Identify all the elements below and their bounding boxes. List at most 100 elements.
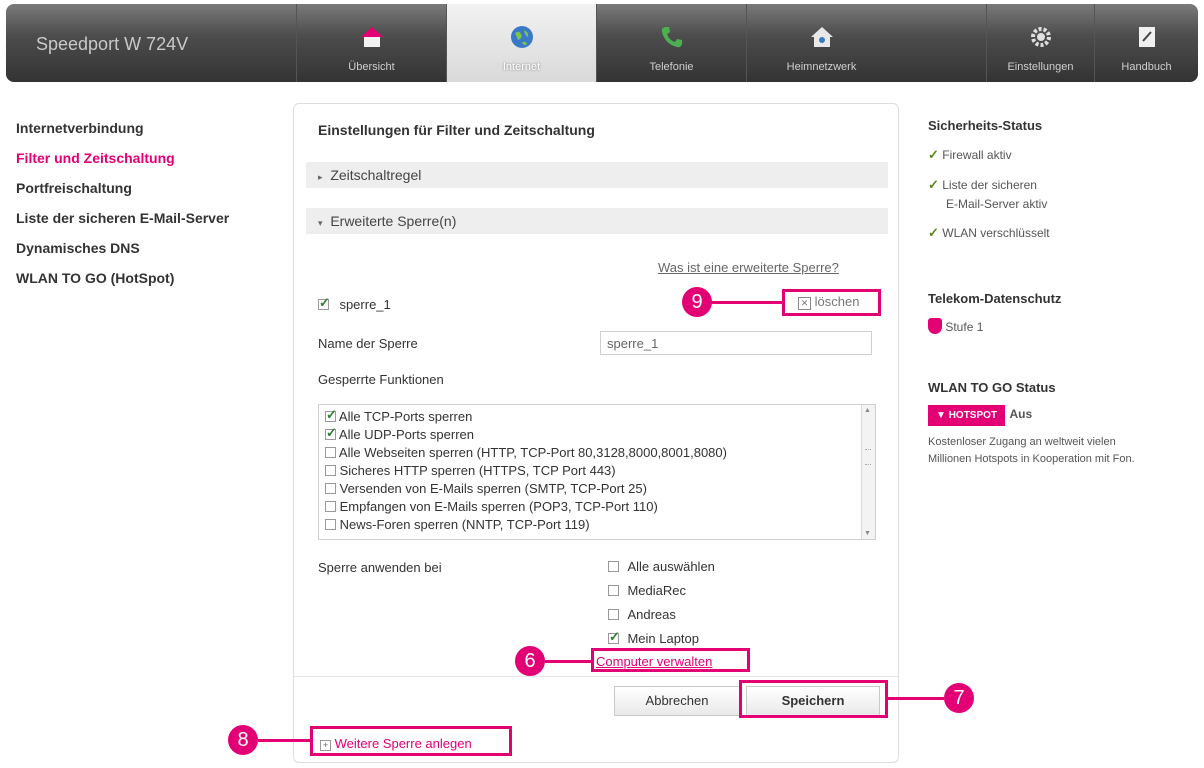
- listbox-scrollbar[interactable]: ▲ ▼: [861, 405, 875, 539]
- globe-icon: [510, 26, 533, 48]
- device-item[interactable]: Andreas: [608, 606, 676, 624]
- accordion-erweiterte-sperren[interactable]: ▾ Erweiterte Sperre(n): [306, 208, 888, 234]
- nav-label: Telefonie: [649, 61, 694, 73]
- accordion-label: Zeitschaltregel: [330, 167, 422, 183]
- sidebar-item-portfreischaltung[interactable]: Portfreischaltung: [16, 178, 286, 208]
- wlan-description: Kostenloser Zugang an weltweit vielen Mi…: [928, 434, 1188, 468]
- sidebar-item-dyndns[interactable]: Dynamisches DNS: [16, 238, 286, 268]
- nav-label: Handbuch: [1121, 61, 1172, 73]
- function-label: Versenden von E-Mails sperren (SMTP, TCP…: [339, 481, 647, 496]
- privacy-title: Telekom-Datenschutz: [928, 291, 1062, 306]
- nav-label: Einstellungen: [1007, 61, 1074, 73]
- name-label: Name der Sperre: [318, 336, 418, 351]
- device-label: Andreas: [627, 607, 676, 622]
- callout-line: [258, 739, 310, 742]
- nav-tab-internet[interactable]: Internet: [446, 4, 596, 82]
- sidebar-item-filter[interactable]: Filter und Zeitschaltung: [16, 148, 286, 178]
- help-link[interactable]: Was ist eine erweiterte Sperre?: [658, 260, 839, 275]
- apply-label: Sperre anwenden bei: [318, 560, 442, 575]
- status-item: ✓ Firewall aktiv: [928, 147, 1188, 163]
- device-label: Mein Laptop: [627, 631, 700, 646]
- callout-7: 7: [944, 683, 974, 713]
- function-checkbox[interactable]: [325, 465, 336, 476]
- hotspot-status-text: Aus: [1009, 407, 1033, 421]
- callout-line: [888, 697, 944, 700]
- phone-icon: [661, 27, 682, 48]
- function-checkbox[interactable]: [325, 407, 337, 423]
- caret-down-icon: ▾: [318, 218, 323, 228]
- check-icon: ✓: [928, 225, 939, 240]
- function-checkbox[interactable]: [325, 425, 337, 441]
- function-checkbox[interactable]: [325, 447, 336, 458]
- block-entry-checkbox[interactable]: [318, 295, 330, 311]
- list-item[interactable]: Empfangen von E-Mails sperren (POP3, TCP…: [325, 499, 658, 514]
- highlight-save: [739, 680, 888, 718]
- device-checkbox[interactable]: [608, 561, 619, 572]
- sidebar-item-wlan-to-go[interactable]: WLAN TO GO (HotSpot): [16, 268, 286, 298]
- wlan-desc-line: Millionen Hotspots in Kooperation mit Fo…: [928, 453, 1135, 465]
- cancel-button[interactable]: Abbrechen: [614, 686, 740, 716]
- nav-tab-handbuch[interactable]: Handbuch: [1094, 4, 1198, 82]
- home-icon: [360, 27, 383, 47]
- device-label: MediaRec: [627, 583, 686, 598]
- home-network-icon: [810, 27, 833, 47]
- status-text: Firewall aktiv: [942, 148, 1012, 162]
- nav-tab-heimnetzwerk[interactable]: Heimnetzwerk: [746, 4, 896, 82]
- shield-icon: [928, 318, 942, 334]
- list-item[interactable]: Versenden von E-Mails sperren (SMTP, TCP…: [325, 481, 647, 496]
- sidebar-item-internetverbindung[interactable]: Internetverbindung: [16, 118, 286, 148]
- list-item[interactable]: Alle Webseiten sperren (HTTP, TCP-Port 8…: [325, 445, 727, 460]
- accordion-zeitschaltregel[interactable]: ▸ Zeitschaltregel: [306, 162, 888, 188]
- list-item[interactable]: Alle TCP-Ports sperren: [325, 407, 472, 424]
- gear-icon: [1030, 27, 1051, 47]
- device-item[interactable]: MediaRec: [608, 582, 686, 600]
- hotspot-badge-text: HOTSPOT: [948, 410, 998, 421]
- device-item[interactable]: Alle auswählen: [608, 558, 715, 576]
- sidebar: Internetverbindung Filter und Zeitschalt…: [16, 118, 286, 298]
- scroll-up-icon[interactable]: ▲: [864, 407, 871, 414]
- status-item: ✓ Liste der sicheren E-Mail-Server aktiv: [928, 177, 1188, 211]
- wifi-icon: ▼: [936, 410, 946, 421]
- list-item[interactable]: News-Foren sperren (NNTP, TCP-Port 119): [325, 517, 590, 532]
- function-checkbox[interactable]: [325, 501, 336, 512]
- device-item[interactable]: Mein Laptop: [608, 629, 700, 648]
- hotspot-badge: ▼ HOTSPOT: [928, 405, 1006, 426]
- nav-tab-uebersicht[interactable]: Übersicht: [296, 4, 446, 82]
- device-checkbox[interactable]: [608, 629, 620, 645]
- device-checkbox[interactable]: [608, 609, 619, 620]
- check-icon: ✓: [928, 147, 939, 162]
- functions-listbox[interactable]: Alle TCP-Ports sperren Alle UDP-Ports sp…: [318, 404, 876, 540]
- highlight-delete: [782, 289, 881, 316]
- wlan-status-title: WLAN TO GO Status: [928, 380, 1056, 395]
- functions-label: Gesperrte Funktionen: [318, 372, 444, 387]
- nav-label: Heimnetzwerk: [786, 61, 857, 73]
- function-label: News-Foren sperren (NNTP, TCP-Port 119): [339, 517, 590, 532]
- nav-tab-einstellungen[interactable]: Einstellungen: [986, 4, 1094, 82]
- list-item[interactable]: Sicheres HTTP sperren (HTTPS, TCP Port 4…: [325, 463, 616, 478]
- status-text: E-Mail-Server aktiv: [946, 197, 1048, 211]
- highlight-add-block: [310, 726, 512, 756]
- block-entry: sperre_1: [318, 295, 391, 314]
- status-item: ✓ WLAN verschlüsselt: [928, 225, 1188, 241]
- function-checkbox[interactable]: [325, 519, 336, 530]
- function-label: Sicheres HTTP sperren (HTTPS, TCP Port 4…: [339, 463, 616, 478]
- top-navigation-bar: Speedport W 724V Übersicht Internet Tele…: [6, 4, 1198, 82]
- name-input[interactable]: [600, 331, 872, 355]
- function-label: Alle Webseiten sperren (HTTP, TCP-Port 8…: [338, 445, 727, 460]
- nav-tab-telefonie[interactable]: Telefonie: [596, 4, 746, 82]
- function-label: Empfangen von E-Mails sperren (POP3, TCP…: [339, 499, 658, 514]
- status-text: Liste der sicheren: [942, 178, 1037, 192]
- list-item[interactable]: Alle UDP-Ports sperren: [325, 425, 475, 442]
- callout-8: 8: [228, 725, 258, 755]
- scroll-grip[interactable]: [865, 449, 871, 465]
- callout-line: [710, 301, 782, 304]
- device-checkbox[interactable]: [608, 585, 619, 596]
- manual-icon: [1138, 27, 1155, 47]
- sidebar-item-email-server[interactable]: Liste der sicheren E-Mail-Server: [16, 208, 286, 238]
- scroll-down-icon[interactable]: ▼: [864, 530, 871, 537]
- function-checkbox[interactable]: [325, 483, 336, 494]
- function-label: Alle UDP-Ports sperren: [338, 427, 475, 442]
- security-status-title: Sicherheits-Status: [928, 118, 1043, 133]
- caret-right-icon: ▸: [318, 172, 323, 182]
- highlight-manage-link: [591, 648, 750, 672]
